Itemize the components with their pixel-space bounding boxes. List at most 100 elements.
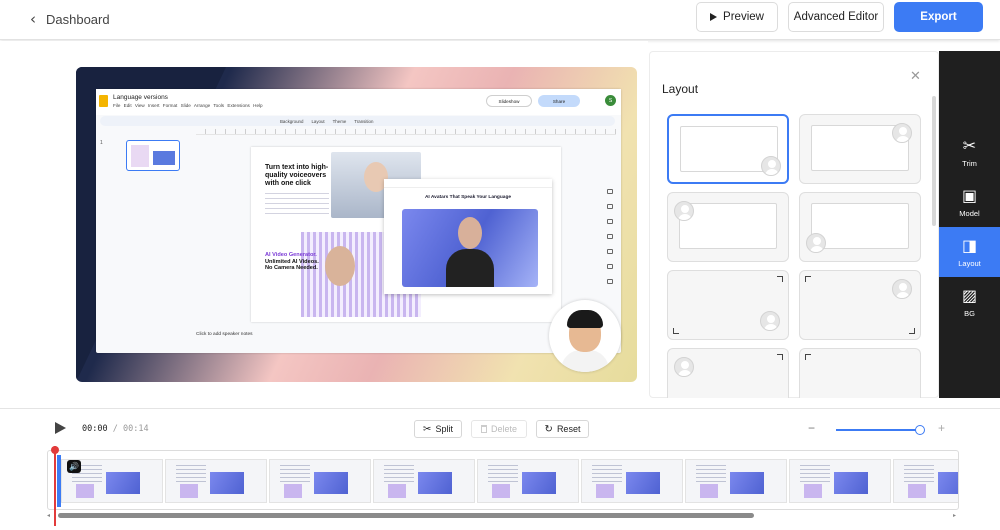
presenter-bubble[interactable] bbox=[549, 300, 621, 372]
tool-sidebar: ✂ Trim ▣ Model ◨ Layout ▨ BG bbox=[939, 51, 1000, 398]
split-button[interactable]: ✂ Split bbox=[414, 420, 462, 438]
avatar-placeholder-icon bbox=[892, 279, 912, 299]
toolbar-item: Background bbox=[280, 118, 304, 124]
layout-option-top-left-bubble[interactable] bbox=[667, 192, 789, 262]
corner-mark bbox=[777, 276, 783, 282]
timeline-panel: 00:00 / 00:14 ✂ Split Delete ↻ Reset − +… bbox=[0, 408, 1000, 530]
slide-thumbnail bbox=[126, 140, 180, 171]
reset-label: Reset bbox=[556, 424, 581, 434]
export-button[interactable]: Export bbox=[894, 2, 983, 32]
doc-toolbar: Background Layout Theme Transition bbox=[100, 116, 615, 126]
layout-option-bottom-right-bubble[interactable] bbox=[667, 114, 789, 184]
screen-recording: Language versions File Edit View Insert … bbox=[96, 89, 621, 353]
zoom-slider-track[interactable] bbox=[836, 429, 920, 431]
corner-mark bbox=[805, 276, 811, 282]
layout-option-top-right-bubble[interactable] bbox=[799, 114, 921, 184]
sidebar-item-label: Model bbox=[959, 208, 980, 218]
scroll-right-arrow-icon[interactable]: ▸ bbox=[953, 512, 956, 519]
video-preview-frame[interactable]: Language versions File Edit View Insert … bbox=[76, 67, 637, 382]
track-frame bbox=[373, 459, 475, 503]
background-pattern-icon: ▨ bbox=[961, 285, 978, 305]
total-time: 00:14 bbox=[122, 424, 149, 434]
layout-icon: ◨ bbox=[961, 235, 978, 255]
reset-icon: ↻ bbox=[544, 423, 553, 435]
back-label: Dashboard bbox=[46, 11, 110, 27]
toolbar-item: Transition bbox=[354, 118, 374, 124]
avatar-placeholder-icon bbox=[892, 123, 912, 143]
sidebar-item-bg[interactable]: ▨ BG bbox=[939, 277, 1000, 327]
current-time: 00:00 bbox=[82, 424, 108, 434]
canvas-area: Language versions File Edit View Insert … bbox=[0, 41, 648, 406]
scissors-icon: ✂ bbox=[423, 423, 432, 435]
sidebar-item-label: BG bbox=[964, 308, 975, 318]
preview-label: Preview bbox=[723, 11, 764, 23]
layout-scrollbar[interactable] bbox=[932, 96, 936, 226]
toolbar-item: Theme bbox=[332, 118, 347, 124]
back-to-dashboard-link[interactable]: ‹ Dashboard bbox=[30, 9, 110, 29]
top-header: ‹ Dashboard Preview Advanced Editor Expo… bbox=[0, 0, 1000, 40]
timeline-scrollbar[interactable] bbox=[58, 513, 754, 518]
ruler bbox=[196, 129, 616, 135]
slideshow-pill: Slideshow bbox=[486, 95, 532, 107]
subheadline-text: Unlimited AI Videos. No Camera Needed. bbox=[265, 258, 319, 272]
slide-thumbnails: 1 bbox=[100, 137, 180, 317]
trim-handle-left[interactable] bbox=[57, 455, 61, 507]
layout-option-full-top-left[interactable] bbox=[667, 348, 789, 398]
layout-option-full-bottom-left[interactable] bbox=[799, 348, 921, 398]
volume-icon[interactable]: 🔊 bbox=[67, 460, 81, 473]
avatar-placeholder-icon bbox=[674, 357, 694, 377]
advanced-editor-button[interactable]: Advanced Editor bbox=[788, 2, 884, 32]
time-display: 00:00 / 00:14 bbox=[82, 424, 149, 434]
website-nav bbox=[384, 179, 552, 188]
trash-icon bbox=[480, 425, 487, 433]
corner-mark bbox=[909, 328, 915, 334]
slide-bullets bbox=[265, 193, 329, 215]
track-frames bbox=[61, 459, 958, 503]
website-title: AI Avatars That Speak Your Language bbox=[424, 195, 512, 200]
layout-option-bottom-left-bubble[interactable] bbox=[799, 192, 921, 262]
advanced-editor-label: Advanced Editor bbox=[793, 11, 879, 23]
zoom-slider-handle[interactable] bbox=[915, 425, 925, 435]
zoom-out-button[interactable]: − bbox=[808, 421, 815, 435]
sidebar-item-label: Trim bbox=[962, 158, 977, 168]
website-video bbox=[402, 209, 538, 287]
slide-headline: Turn text into high-quality voiceovers w… bbox=[265, 164, 329, 187]
corner-mark bbox=[673, 328, 679, 334]
sidebar-item-model[interactable]: ▣ Model bbox=[939, 177, 1000, 227]
avatar-placeholder-icon bbox=[674, 201, 694, 221]
playhead[interactable] bbox=[51, 446, 59, 526]
sidebar-item-layout[interactable]: ◨ Layout bbox=[939, 227, 1000, 277]
layout-option-full-top-right[interactable] bbox=[799, 270, 921, 340]
slide-subheadline: AI Video Generator. Unlimited AI Videos.… bbox=[265, 252, 325, 272]
track-frame bbox=[685, 459, 787, 503]
play-icon[interactable] bbox=[55, 422, 66, 434]
share-pill: Share bbox=[538, 95, 580, 107]
delete-button[interactable]: Delete bbox=[471, 420, 527, 438]
zoom-in-button[interactable]: + bbox=[938, 421, 945, 435]
speaker-notes: Click to add speaker notes bbox=[196, 332, 253, 337]
layout-panel-title: Layout bbox=[662, 82, 699, 96]
preview-button[interactable]: Preview bbox=[696, 2, 778, 32]
sidebar-item-trim[interactable]: ✂ Trim bbox=[939, 127, 1000, 177]
video-track[interactable] bbox=[47, 450, 959, 510]
time-separator: / bbox=[112, 424, 118, 434]
layout-panel: Layout ✕ bbox=[649, 51, 939, 398]
doc-title: Language versions bbox=[113, 94, 168, 101]
website-screenshot: AI Avatars That Speak Your Language bbox=[384, 179, 552, 294]
avatar-placeholder-icon bbox=[761, 156, 781, 176]
slide-canvas: Turn text into high-quality voiceovers w… bbox=[251, 147, 561, 322]
avatar: S bbox=[605, 95, 616, 106]
export-label: Export bbox=[920, 11, 957, 23]
split-label: Split bbox=[435, 424, 453, 434]
close-icon[interactable]: ✕ bbox=[910, 69, 921, 84]
scroll-left-arrow-icon[interactable]: ◂ bbox=[47, 512, 50, 519]
avatar-placeholder-icon bbox=[760, 311, 780, 331]
track-frame bbox=[581, 459, 683, 503]
toolbar-item: Layout bbox=[311, 118, 325, 124]
delete-label: Delete bbox=[490, 424, 517, 434]
doc-menu: File Edit View Insert Format Slide Arran… bbox=[113, 103, 263, 108]
track-frame bbox=[789, 459, 891, 503]
layout-option-full-bottom-right[interactable] bbox=[667, 270, 789, 340]
sidebar-item-label: Layout bbox=[958, 258, 981, 268]
reset-button[interactable]: ↻ Reset bbox=[536, 420, 589, 438]
